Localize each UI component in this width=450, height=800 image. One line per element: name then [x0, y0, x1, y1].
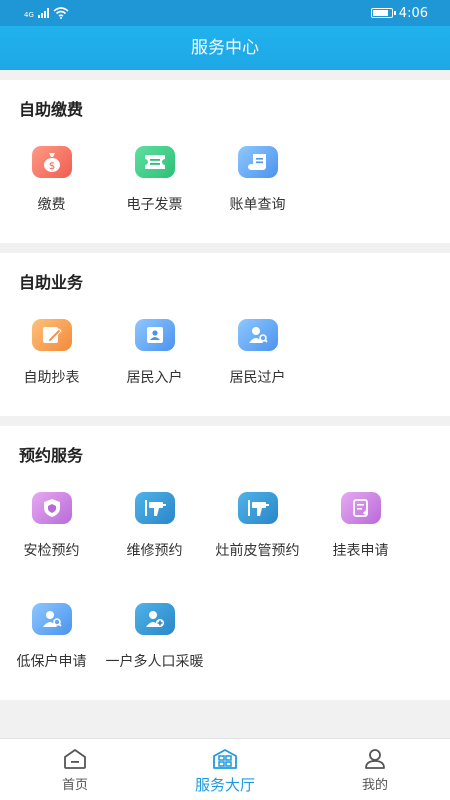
item-e-invoice[interactable]: 电子发票 [103, 124, 206, 235]
nav-label: 首页 [61, 778, 88, 793]
item-label: 居民过户 [229, 370, 286, 386]
item-safety-inspection[interactable]: 安检预约 [0, 470, 103, 581]
item-label: 灶前皮管预约 [215, 543, 300, 559]
section-title: 自助业务 [19, 273, 84, 292]
network-type: 4G [24, 11, 34, 19]
drill-tool-icon [134, 492, 175, 524]
item-resident-transfer[interactable]: 居民过户 [206, 297, 309, 408]
section-title: 自助缴费 [19, 100, 84, 119]
signal-icon [37, 8, 49, 18]
nav-label: 服务大厅 [194, 776, 255, 794]
wifi-icon [53, 7, 69, 19]
item-label: 电子发票 [126, 197, 183, 213]
battery-icon [370, 8, 396, 18]
item-low-income-application[interactable]: 低保户申请 [0, 581, 103, 692]
item-repair-appointment[interactable]: 维修预约 [103, 470, 206, 581]
nav-profile[interactable]: 我的 [300, 739, 450, 800]
shield-icon [31, 492, 72, 524]
item-label: 缴费 [37, 197, 66, 213]
section-self-service: 自助业务 自助抄表 居民入户 居民过户 [0, 253, 450, 416]
edit-note-icon [31, 319, 72, 351]
bottom-nav: 首页 服务大厅 我的 [0, 738, 450, 800]
item-label: 自助抄表 [23, 370, 80, 386]
item-resident-registration[interactable]: 居民入户 [103, 297, 206, 408]
status-bar: 4G 4:06 [0, 0, 450, 26]
status-left: 4G [24, 7, 69, 19]
home-icon [64, 749, 86, 769]
item-pay[interactable]: $ 缴费 [0, 124, 103, 235]
item-label: 居民入户 [126, 370, 183, 386]
page-title: 服务中心 [0, 26, 450, 70]
item-self-meter-reading[interactable]: 自助抄表 [0, 297, 103, 408]
item-stove-hose-appointment[interactable]: 灶前皮管预约 [206, 470, 309, 581]
svg-text:$: $ [48, 161, 54, 172]
item-label: 一户多人口采暖 [105, 654, 204, 670]
item-label: 安检预约 [23, 543, 80, 559]
resident-card-icon [134, 319, 175, 351]
section-title: 预约服务 [19, 446, 84, 465]
item-label: 维修预约 [126, 543, 183, 559]
item-label: 挂表申请 [332, 543, 389, 559]
item-bill-query[interactable]: 账单查询 [206, 124, 309, 235]
item-grid: 自助抄表 居民入户 居民过户 [0, 297, 450, 416]
profile-icon [365, 749, 385, 769]
section-self-payment: 自助缴费 $ 缴费 电子发票 账单查询 [0, 80, 450, 243]
item-label: 低保户申请 [16, 654, 87, 670]
transfer-user-icon [237, 319, 278, 351]
section-appointment: 预约服务 安检预约 维修预约 灶前皮管预约 挂表申请 低保户申请 一户多人口采暖 [0, 426, 450, 700]
money-bag-icon: $ [31, 146, 72, 178]
service-hall-icon [213, 749, 237, 769]
meter-document-icon [340, 492, 381, 524]
add-user-icon [134, 603, 175, 635]
nav-label: 我的 [361, 778, 388, 793]
item-grid: 安检预约 维修预约 灶前皮管预约 挂表申请 低保户申请 一户多人口采暖 [0, 470, 450, 700]
nav-service-hall[interactable]: 服务大厅 [150, 739, 300, 800]
bill-scroll-icon [237, 146, 278, 178]
drill-tool-icon [237, 492, 278, 524]
ticket-icon [134, 146, 175, 178]
clock: 4:06 [398, 5, 428, 21]
status-right: 4:06 [370, 5, 428, 21]
item-meter-installation[interactable]: 挂表申请 [309, 470, 412, 581]
low-income-user-icon [31, 603, 72, 635]
item-label: 账单查询 [229, 197, 286, 213]
item-grid: $ 缴费 电子发票 账单查询 [0, 124, 450, 243]
nav-home[interactable]: 首页 [0, 739, 150, 800]
item-multi-person-heating[interactable]: 一户多人口采暖 [103, 581, 206, 692]
